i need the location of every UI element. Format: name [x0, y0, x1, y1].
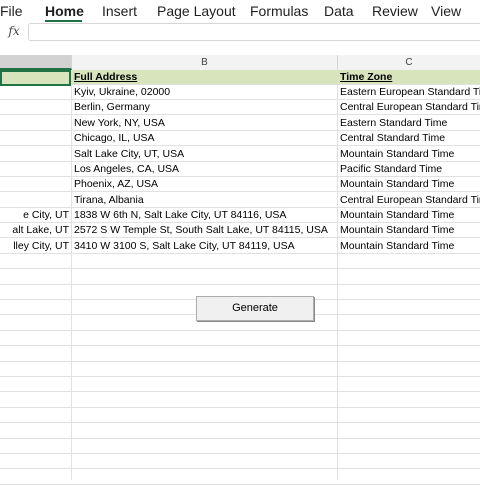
empty-row[interactable]: [0, 424, 480, 439]
table-row: Kyiv, Ukraine, 02000 Eastern European St…: [0, 85, 480, 100]
table-row: Tirana, Albania Central European Standar…: [0, 193, 480, 208]
cell-time-zone[interactable]: Central European Standard Time: [338, 193, 480, 208]
tab-file[interactable]: File: [0, 3, 23, 19]
cell-a[interactable]: [0, 85, 72, 100]
cell-full-address[interactable]: 1838 W 6th N, Salt Lake City, UT 84116, …: [72, 208, 338, 223]
tab-insert[interactable]: Insert: [102, 3, 137, 19]
empty-row[interactable]: [0, 331, 480, 346]
empty-row[interactable]: [0, 439, 480, 454]
cell-full-address[interactable]: Chicago, IL, USA: [72, 131, 338, 146]
cell-time-zone[interactable]: Eastern Standard Time: [338, 116, 480, 131]
sheet-grid: Full Address Time Zone Kyiv, Ukraine, 02…: [0, 70, 480, 485]
cell-full-address[interactable]: New York, NY, USA: [72, 116, 338, 131]
cell-a[interactable]: [0, 100, 72, 115]
cell-time-zone[interactable]: Mountain Standard Time: [338, 208, 480, 223]
cell-time-zone[interactable]: Eastern European Standard Time: [338, 85, 480, 100]
cell-full-address[interactable]: Salt Lake City, UT, USA: [72, 147, 338, 162]
cell-a[interactable]: [0, 147, 72, 162]
fx-icon[interactable]: fx: [4, 23, 24, 40]
tab-page-layout[interactable]: Page Layout: [157, 3, 236, 19]
empty-row[interactable]: [0, 408, 480, 423]
empty-row[interactable]: [0, 393, 480, 408]
cell-full-address[interactable]: 2572 S W Temple St, South Salt Lake, UT …: [72, 223, 338, 238]
empty-row[interactable]: [0, 347, 480, 362]
cell-full-address[interactable]: Kyiv, Ukraine, 02000: [72, 85, 338, 100]
tab-review[interactable]: Review: [372, 3, 418, 19]
tab-home[interactable]: Home: [45, 3, 84, 19]
cell-full-address[interactable]: Phoenix, AZ, USA: [72, 177, 338, 192]
cell-time-zone[interactable]: Central European Standard Time: [338, 100, 480, 115]
cell-time-zone[interactable]: Mountain Standard Time: [338, 239, 480, 254]
table-row: Berlin, Germany Central European Standar…: [0, 100, 480, 115]
cell-a[interactable]: [0, 177, 72, 192]
cell-full-address[interactable]: Tirana, Albania: [72, 193, 338, 208]
cell-a[interactable]: [0, 193, 72, 208]
empty-row[interactable]: [0, 377, 480, 392]
empty-row[interactable]: [0, 254, 480, 269]
cell-time-zone[interactable]: Pacific Standard Time: [338, 162, 480, 177]
selected-cell-outline: [0, 70, 71, 86]
tab-view[interactable]: View: [431, 3, 461, 19]
table-row: Salt Lake City, UT, USA Mountain Standar…: [0, 147, 480, 162]
empty-row[interactable]: [0, 362, 480, 377]
cell-time-zone[interactable]: Mountain Standard Time: [338, 147, 480, 162]
generate-button[interactable]: Generate: [196, 296, 314, 321]
cell-full-address[interactable]: Berlin, Germany: [72, 100, 338, 115]
empty-row[interactable]: [0, 470, 480, 485]
ribbon-tabs: File Home Insert Page Layout Formulas Da…: [0, 0, 480, 23]
table-row: New York, NY, USA Eastern Standard Time: [0, 116, 480, 131]
header-full-address[interactable]: Full Address: [72, 70, 338, 85]
empty-row[interactable]: [0, 270, 480, 285]
table-row: alt Lake, UT 2572 S W Temple St, South S…: [0, 223, 480, 238]
cell-a[interactable]: e City, UT: [0, 208, 72, 223]
cell-a[interactable]: [0, 162, 72, 177]
tab-formulas[interactable]: Formulas: [250, 3, 308, 19]
cell-a[interactable]: [0, 131, 72, 146]
cell-a[interactable]: alt Lake, UT: [0, 223, 72, 238]
tab-data[interactable]: Data: [324, 3, 354, 19]
column-header-c[interactable]: C: [338, 55, 480, 70]
table-header-row: Full Address Time Zone: [0, 70, 480, 85]
cell-time-zone[interactable]: Central Standard Time: [338, 131, 480, 146]
table-row: Chicago, IL, USA Central Standard Time: [0, 131, 480, 146]
cell-time-zone[interactable]: Mountain Standard Time: [338, 223, 480, 238]
table-row: e City, UT 1838 W 6th N, Salt Lake City,…: [0, 208, 480, 223]
cell-a[interactable]: [0, 116, 72, 131]
cell-full-address[interactable]: 3410 W 3100 S, Salt Lake City, UT 84119,…: [72, 239, 338, 254]
formula-input[interactable]: [28, 23, 480, 41]
table-row: lley City, UT 3410 W 3100 S, Salt Lake C…: [0, 239, 480, 254]
column-header-b[interactable]: B: [72, 55, 338, 70]
header-time-zone[interactable]: Time Zone: [338, 70, 480, 85]
formula-bar: fx: [0, 22, 480, 41]
table-row: Los Angeles, CA, USA Pacific Standard Ti…: [0, 162, 480, 177]
column-headers: B C: [0, 55, 480, 71]
toolbar-gap: [0, 41, 480, 55]
column-header-a[interactable]: [0, 55, 72, 70]
cell-a[interactable]: lley City, UT: [0, 239, 72, 254]
cell-full-address[interactable]: Los Angeles, CA, USA: [72, 162, 338, 177]
cell-time-zone[interactable]: Mountain Standard Time: [338, 177, 480, 192]
empty-row[interactable]: [0, 454, 480, 469]
table-row: Phoenix, AZ, USA Mountain Standard Time: [0, 177, 480, 192]
